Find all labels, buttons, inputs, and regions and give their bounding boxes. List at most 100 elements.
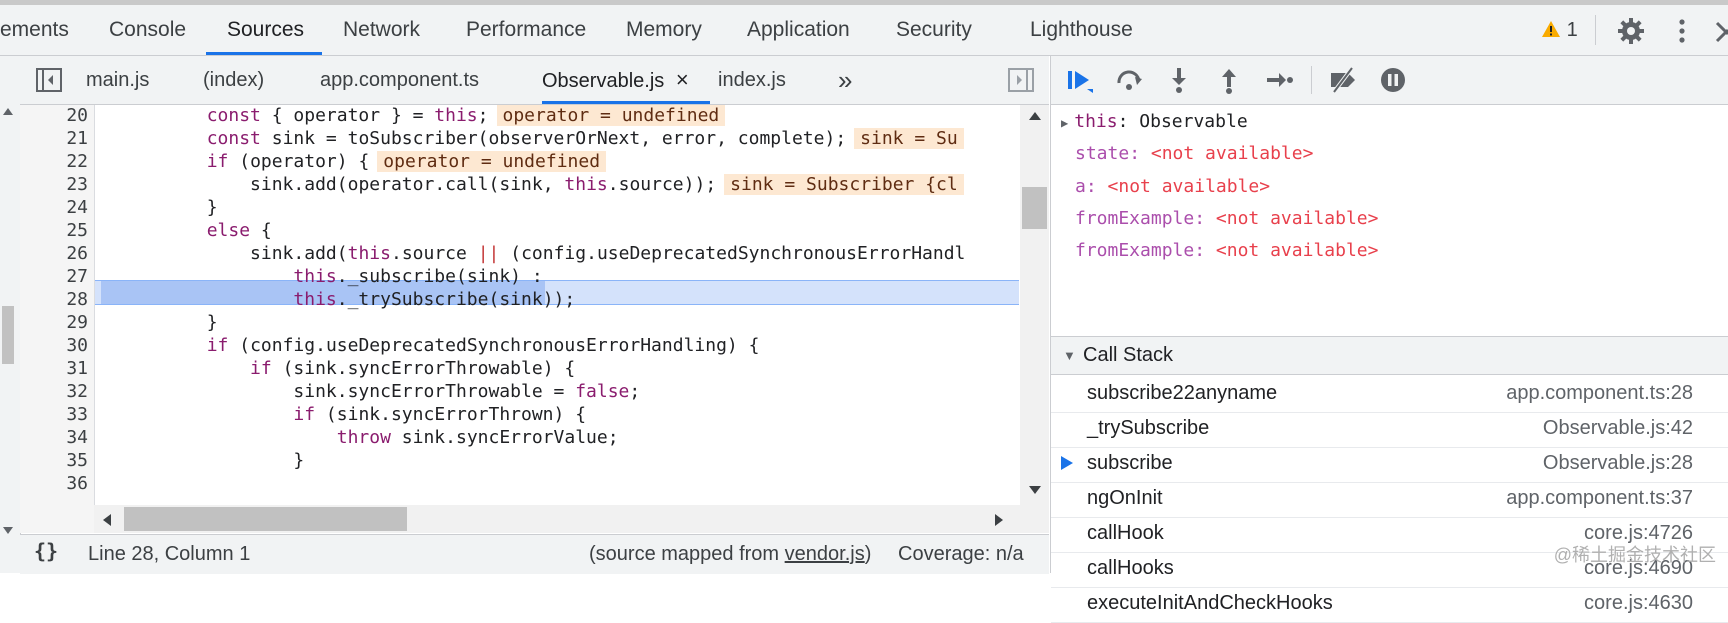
scroll-down-arrow-icon[interactable] bbox=[2, 526, 14, 536]
call-frame-location[interactable]: app.component.ts:28 bbox=[1506, 374, 1693, 412]
pause-on-exceptions-icon[interactable] bbox=[1378, 65, 1408, 95]
scope-this-value: Observable bbox=[1139, 111, 1248, 132]
tab-security[interactable]: Security bbox=[896, 5, 972, 55]
step-out-icon[interactable] bbox=[1214, 65, 1244, 95]
editor-horizontal-scrollbar[interactable] bbox=[94, 505, 1020, 533]
code-line[interactable]: 24 } bbox=[20, 195, 1020, 220]
code-line[interactable]: 34 throw sink.syncErrorValue; bbox=[20, 425, 1020, 450]
code-line[interactable]: 20 const { operator } = this; operator = … bbox=[20, 105, 1020, 128]
line-number[interactable]: 21 bbox=[20, 126, 88, 151]
collapse-triangle-icon[interactable]: ▼ bbox=[1063, 337, 1076, 374]
code-line[interactable]: 26 sink.add(this.source || (config.useDe… bbox=[20, 241, 1020, 266]
line-number[interactable]: 26 bbox=[20, 241, 88, 266]
more-menu-icon[interactable] bbox=[1672, 17, 1692, 45]
call-stack-header[interactable]: ▼ Call Stack bbox=[1051, 336, 1728, 375]
scroll-down-icon[interactable] bbox=[1028, 485, 1042, 495]
source-map-info: (source mapped from vendor.js) bbox=[589, 543, 871, 566]
step-into-icon[interactable] bbox=[1164, 65, 1194, 95]
call-frame-location[interactable]: Observable.js:28 bbox=[1543, 444, 1693, 482]
scroll-up-arrow-icon[interactable] bbox=[2, 106, 14, 116]
inline-variable-value: sink = Subscriber {cl bbox=[724, 174, 964, 195]
call-frame[interactable]: executeInitAndCheckHooks core.js:4630 bbox=[1051, 584, 1728, 623]
call-frame-location[interactable]: app.component.ts:37 bbox=[1506, 479, 1693, 517]
vertical-scroll-thumb[interactable] bbox=[1022, 187, 1047, 229]
line-number[interactable]: 31 bbox=[20, 356, 88, 381]
tab-network[interactable]: Network bbox=[343, 5, 420, 55]
code-line[interactable]: 25 else { bbox=[20, 218, 1020, 243]
tab-memory[interactable]: Memory bbox=[626, 5, 702, 55]
line-number[interactable]: 25 bbox=[20, 218, 88, 243]
line-number[interactable]: 20 bbox=[20, 105, 88, 128]
tab-performance[interactable]: Performance bbox=[466, 5, 586, 55]
scope-this-row[interactable]: ▶ this: Observable bbox=[1061, 105, 1248, 139]
scroll-left-icon[interactable] bbox=[102, 513, 112, 527]
deactivate-breakpoints-icon[interactable] bbox=[1328, 65, 1358, 95]
step-over-icon[interactable] bbox=[1114, 65, 1144, 95]
toggle-debugger-icon[interactable] bbox=[1008, 68, 1034, 92]
current-frame-arrow-icon bbox=[1061, 456, 1073, 470]
call-frame-location[interactable]: Observable.js:42 bbox=[1543, 409, 1693, 447]
call-frame-location[interactable]: core.js:4630 bbox=[1584, 584, 1693, 622]
code-line[interactable]: 22 if (operator) {operator = undefined bbox=[20, 149, 1020, 174]
scroll-up-icon[interactable] bbox=[1028, 111, 1042, 121]
line-number[interactable]: 24 bbox=[20, 195, 88, 220]
horizontal-scroll-thumb[interactable] bbox=[124, 507, 407, 531]
call-frame[interactable]: _trySubscribe Observable.js:42 bbox=[1051, 409, 1728, 448]
pretty-print-button[interactable]: {} bbox=[34, 539, 58, 563]
code-line[interactable]: 32 sink.syncErrorThrowable = false; bbox=[20, 379, 1020, 404]
code-line[interactable]: 36 bbox=[20, 471, 1020, 496]
line-number[interactable]: 34 bbox=[20, 425, 88, 450]
code-line[interactable]: 35 } bbox=[20, 448, 1020, 473]
warnings-badge[interactable]: 1 bbox=[1541, 5, 1578, 55]
more-tabs-chevron-icon[interactable]: » bbox=[838, 56, 852, 104]
tab-elements[interactable]: ements bbox=[0, 5, 69, 55]
code-line[interactable]: 29 } bbox=[20, 310, 1020, 335]
settings-gear-icon[interactable] bbox=[1617, 17, 1645, 45]
call-frame[interactable]: ngOnInit app.component.ts:37 bbox=[1051, 479, 1728, 518]
source-map-link[interactable]: vendor.js bbox=[785, 543, 865, 565]
expand-triangle-icon[interactable]: ▶ bbox=[1061, 116, 1068, 130]
code-line[interactable]: 31 if (sink.syncErrorThrowable) { bbox=[20, 356, 1020, 381]
tab-application[interactable]: Application bbox=[747, 5, 850, 55]
scope-item[interactable]: fromExample: <not available> bbox=[1075, 202, 1378, 236]
line-number[interactable]: 35 bbox=[20, 448, 88, 473]
code-line[interactable]: 33 if (sink.syncErrorThrown) { bbox=[20, 402, 1020, 427]
navigator-scroll-thumb[interactable] bbox=[2, 306, 14, 364]
call-frame[interactable]: subscribe22anyname app.component.ts:28 bbox=[1051, 374, 1728, 413]
line-number[interactable]: 29 bbox=[20, 310, 88, 335]
tab-sources[interactable]: Sources bbox=[227, 5, 304, 55]
file-tab-index-js[interactable]: index.js bbox=[718, 56, 786, 104]
code-line[interactable]: 21 const sink = toSubscriber(observerOrN… bbox=[20, 126, 1020, 151]
line-number[interactable]: 30 bbox=[20, 333, 88, 358]
line-number[interactable]: 23 bbox=[20, 172, 88, 197]
file-tab-observable-js[interactable]: Observable.js × bbox=[542, 56, 689, 104]
code-line[interactable]: 30 if (config.useDeprecatedSynchronousEr… bbox=[20, 333, 1020, 358]
close-tab-icon[interactable]: × bbox=[676, 67, 689, 92]
active-file-indicator bbox=[542, 101, 710, 104]
scope-item[interactable]: fromExample: <not available> bbox=[1075, 234, 1378, 268]
scope-item[interactable]: a: <not available> bbox=[1075, 170, 1270, 204]
call-frame[interactable]: subscribe Observable.js:28 bbox=[1051, 444, 1728, 483]
code-line[interactable]: 28 this._trySubscribe(sink)); bbox=[20, 287, 1020, 312]
toggle-navigator-icon[interactable] bbox=[36, 68, 62, 92]
tab-console[interactable]: Console bbox=[109, 5, 186, 55]
scope-item[interactable]: state: <not available> bbox=[1075, 137, 1313, 171]
scroll-right-icon[interactable] bbox=[994, 513, 1004, 527]
resume-icon[interactable] bbox=[1065, 65, 1095, 95]
line-number[interactable]: 36 bbox=[20, 471, 88, 496]
code-line[interactable]: 27 this._subscribe(sink) : bbox=[20, 264, 1020, 289]
step-icon[interactable] bbox=[1264, 65, 1294, 95]
line-number[interactable]: 33 bbox=[20, 402, 88, 427]
file-tab-main-js[interactable]: main.js bbox=[86, 56, 149, 104]
editor-vertical-scrollbar[interactable] bbox=[1020, 105, 1049, 533]
close-devtools-icon[interactable] bbox=[1715, 19, 1728, 43]
file-tab-index[interactable]: (index) bbox=[203, 56, 264, 104]
line-number[interactable]: 32 bbox=[20, 379, 88, 404]
file-tab-app-component[interactable]: app.component.ts bbox=[320, 56, 479, 104]
line-number[interactable]: 28 bbox=[20, 287, 88, 312]
line-number[interactable]: 27 bbox=[20, 264, 88, 289]
line-number[interactable]: 22 bbox=[20, 149, 88, 174]
code-line[interactable]: 23 sink.add(operator.call(sink, this.sou… bbox=[20, 172, 1020, 197]
tab-lighthouse[interactable]: Lighthouse bbox=[1030, 5, 1133, 55]
code-editor[interactable]: 20 const { operator } = this; operator = … bbox=[20, 105, 1020, 533]
